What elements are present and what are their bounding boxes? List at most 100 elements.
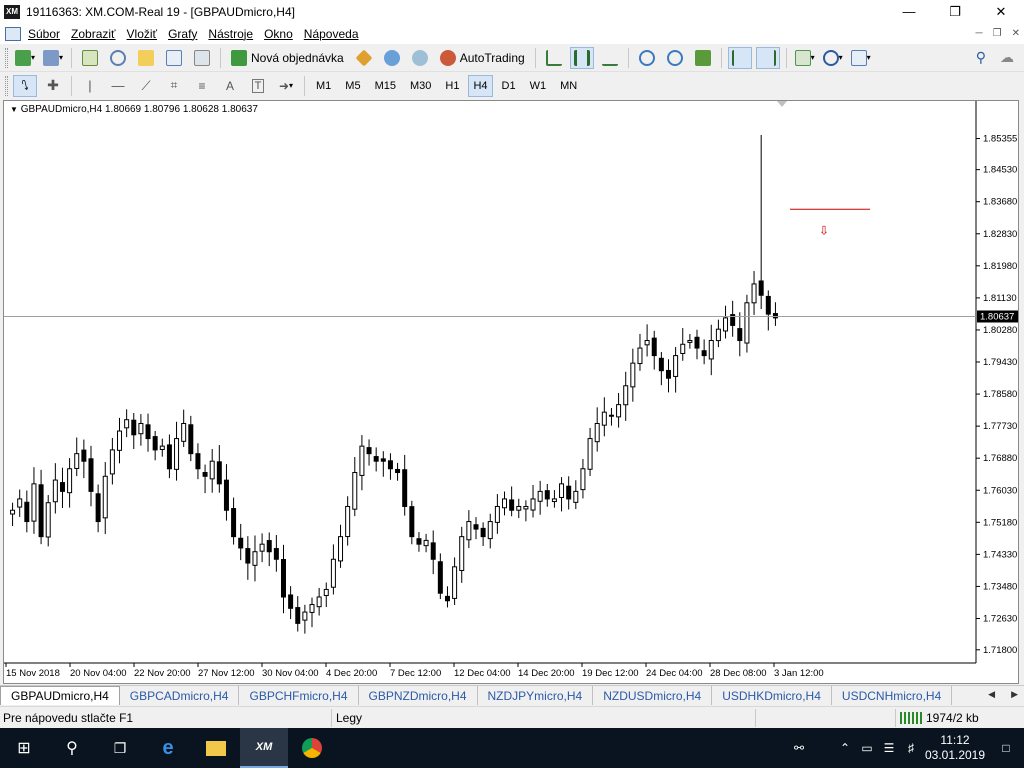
start-button[interactable]: ⊞ bbox=[0, 728, 48, 768]
zoom-in-button[interactable] bbox=[635, 47, 659, 69]
data-window-button[interactable] bbox=[106, 47, 130, 69]
signals-button[interactable] bbox=[380, 47, 404, 69]
edge-browser-icon: e bbox=[162, 736, 174, 759]
candle-body bbox=[765, 295, 771, 315]
market-watch-button[interactable] bbox=[78, 47, 102, 69]
search-icon[interactable]: ⚲ bbox=[976, 49, 986, 66]
menu-insert[interactable]: Vložiť bbox=[124, 27, 166, 41]
taskbar-clock[interactable]: 11:12 03.01.2019 bbox=[922, 733, 988, 763]
toolbar-grip[interactable] bbox=[5, 47, 8, 68]
toolbar-grip[interactable] bbox=[5, 75, 8, 96]
strategy-tester-button[interactable] bbox=[190, 47, 214, 69]
navigator-button[interactable] bbox=[134, 47, 158, 69]
templates-button[interactable]: ▾ bbox=[849, 47, 873, 69]
new-chart-button[interactable]: ▾ bbox=[13, 47, 37, 69]
tab-gbpchf[interactable]: GBPCHFmicro,H4 bbox=[239, 686, 359, 705]
document-menu-icon[interactable] bbox=[5, 26, 21, 41]
edge-button[interactable]: e bbox=[144, 728, 192, 768]
tab-nzdjpy[interactable]: NZDJPYmicro,H4 bbox=[478, 686, 594, 705]
price-chart[interactable]: 1.85355 1.84530 1.83680 1.82830 1.81980 1.811… bbox=[4, 101, 1018, 683]
crosshair-button[interactable]: ✚ bbox=[41, 75, 65, 97]
tile-windows-button[interactable] bbox=[691, 47, 715, 69]
maximize-button[interactable]: ❐ bbox=[932, 0, 978, 23]
xm-terminal-button[interactable]: XM bbox=[240, 728, 288, 768]
menu-window[interactable]: Okno bbox=[261, 27, 301, 41]
battery-icon[interactable]: ▭ bbox=[856, 728, 878, 768]
connection-bars-icon bbox=[900, 711, 922, 724]
chat-icon[interactable]: ☁ bbox=[1000, 49, 1014, 66]
menu-tools[interactable]: Nástroje bbox=[205, 27, 261, 41]
mdi-minimize-icon[interactable]: ─ bbox=[976, 28, 983, 39]
metaeditor-button[interactable] bbox=[352, 47, 376, 69]
mdi-restore-icon[interactable]: ❐ bbox=[993, 28, 1002, 39]
timeframe-m15-button[interactable]: M15 bbox=[370, 75, 401, 97]
candle-body bbox=[345, 505, 351, 538]
zoom-out-button[interactable] bbox=[663, 47, 687, 69]
tab-scroll-right-icon[interactable]: ▶ bbox=[1011, 689, 1018, 700]
candle-body bbox=[423, 539, 429, 547]
timeframe-m30-button[interactable]: M30 bbox=[405, 75, 436, 97]
vertical-line-button[interactable]: | bbox=[78, 75, 102, 97]
tab-gbpnzd[interactable]: GBPNZDmicro,H4 bbox=[359, 686, 478, 705]
periods-button[interactable]: ▾ bbox=[821, 47, 845, 69]
fibonacci-button[interactable]: ≡ bbox=[190, 75, 214, 97]
candle-body bbox=[102, 475, 108, 519]
candle-body bbox=[651, 337, 657, 357]
close-button[interactable]: ✕ bbox=[978, 0, 1024, 23]
timeframe-mn-button[interactable]: MN bbox=[555, 75, 582, 97]
market-button[interactable] bbox=[408, 47, 432, 69]
timeframe-w1-button[interactable]: W1 bbox=[525, 75, 552, 97]
timeframe-d1-button[interactable]: D1 bbox=[497, 75, 521, 97]
tab-usdhkd[interactable]: USDHKDmicro,H4 bbox=[712, 686, 832, 705]
profiles-button[interactable]: ▾ bbox=[41, 47, 65, 69]
tab-gbpaud[interactable]: GBPAUDmicro,H4 bbox=[0, 686, 120, 705]
search-button[interactable]: ⚲ bbox=[48, 728, 96, 768]
notifications-icon[interactable]: □ bbox=[988, 728, 1024, 768]
candle-body bbox=[252, 551, 258, 566]
task-view-button[interactable]: ❐ bbox=[96, 728, 144, 768]
menu-help[interactable]: Nápoveda bbox=[301, 27, 367, 41]
time-tick-label: 12 Dec 04:00 bbox=[454, 668, 511, 679]
arrows-button[interactable]: ➜ ▾ bbox=[274, 75, 298, 97]
menu-view[interactable]: Zobraziť bbox=[68, 27, 124, 41]
new-order-button[interactable]: Nová objednávka bbox=[227, 47, 348, 69]
equidistant-channel-button[interactable]: ⌗ bbox=[162, 75, 186, 97]
network-icon[interactable]: ☰ bbox=[878, 728, 900, 768]
text-button[interactable]: A bbox=[218, 75, 242, 97]
tab-gbpcad[interactable]: GBPCADmicro,H4 bbox=[120, 686, 240, 705]
horizontal-line-button[interactable]: — bbox=[106, 75, 130, 97]
volume-icon[interactable]: ♯ bbox=[900, 728, 922, 768]
file-explorer-button[interactable] bbox=[192, 728, 240, 768]
trendline-button[interactable]: ⟋ bbox=[134, 75, 158, 97]
mdi-close-icon[interactable]: ✕ bbox=[1012, 28, 1020, 39]
cursor-button[interactable]: ⭛ bbox=[13, 74, 37, 97]
menu-file[interactable]: Súbor bbox=[25, 27, 68, 41]
timeframe-h1-button[interactable]: H1 bbox=[440, 75, 464, 97]
people-icon[interactable]: ⚯ bbox=[788, 728, 810, 768]
show-hidden-icons-icon[interactable]: ⌃ bbox=[834, 728, 856, 768]
timeframe-h4-button[interactable]: H4 bbox=[468, 74, 493, 97]
indicators-button[interactable]: ▾ bbox=[793, 47, 817, 69]
price-tick-label: 1.85355 bbox=[983, 134, 1017, 145]
auto-scroll-button[interactable] bbox=[727, 46, 752, 69]
candle-body bbox=[665, 369, 671, 379]
chart-shift-button[interactable] bbox=[755, 46, 780, 69]
candlestick-button[interactable] bbox=[569, 46, 594, 69]
chart-window[interactable]: 1.85355 1.84530 1.83680 1.82830 1.81980 1.811… bbox=[3, 100, 1019, 684]
chart-menu-triangle-icon[interactable]: ▼ bbox=[10, 105, 18, 114]
status-profile[interactable]: Legy bbox=[332, 708, 756, 727]
tab-nzdusd[interactable]: NZDUSDmicro,H4 bbox=[593, 686, 713, 705]
line-chart-button[interactable] bbox=[598, 47, 622, 69]
timeframe-m5-button[interactable]: M5 bbox=[340, 75, 365, 97]
chrome-button[interactable] bbox=[288, 728, 336, 768]
tab-scroll-left-icon[interactable]: ◀ bbox=[988, 689, 995, 700]
tab-usdcnh[interactable]: USDCNHmicro,H4 bbox=[832, 686, 953, 705]
timeframe-m1-button[interactable]: M1 bbox=[311, 75, 336, 97]
minimize-button[interactable]: — bbox=[886, 0, 932, 23]
text-label-button[interactable]: T bbox=[246, 75, 270, 97]
menu-charts[interactable]: Grafy bbox=[165, 27, 205, 41]
terminal-button[interactable] bbox=[162, 47, 186, 69]
bar-chart-button[interactable] bbox=[542, 47, 566, 69]
candle-body bbox=[387, 460, 393, 470]
autotrading-button[interactable]: AutoTrading bbox=[436, 47, 529, 69]
